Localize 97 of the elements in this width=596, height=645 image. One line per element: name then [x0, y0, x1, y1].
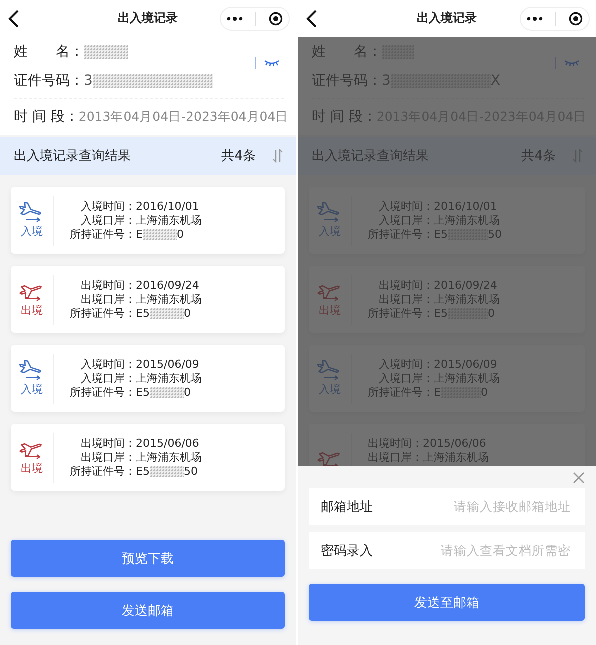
field-label: 所持证件号： — [368, 386, 434, 400]
input-field[interactable]: 密码录入 请输入查看文档所需密 — [309, 532, 585, 569]
close-target-icon[interactable] — [568, 12, 583, 26]
results-title: 出入境记录查询结果 — [14, 148, 132, 165]
results-count: 共4条 — [222, 148, 256, 165]
field-label: 所持证件号： — [70, 464, 136, 478]
id-number-start: 3 — [84, 72, 93, 88]
results-title: 出入境记录查询结果 — [312, 148, 430, 165]
results-count: 共4条 — [522, 148, 556, 165]
text-input[interactable]: 请输入查看文档所需密 — [401, 542, 573, 559]
field-label: 出境时间： — [80, 436, 136, 450]
field-value-start: E — [136, 228, 143, 240]
name-label: 姓 名： — [312, 42, 382, 60]
field-value: 上海浦东机场 — [136, 214, 202, 228]
field-value-start: E5 — [136, 386, 150, 398]
field-label: 所持证件号： — [70, 386, 136, 400]
field-value: 2016/10/01 — [136, 200, 200, 214]
field-value-end: 50 — [184, 464, 198, 478]
redaction-mask — [142, 228, 177, 240]
period-label: 时 间 段： — [312, 108, 377, 126]
redaction-mask — [84, 44, 128, 58]
redaction-mask — [150, 466, 184, 477]
field-value: 上海浦东机场 — [136, 292, 202, 306]
id-label: 证件号码： — [14, 72, 84, 90]
field-value: 上海浦东机场 — [434, 292, 500, 306]
record-card[interactable]: 入境 入境时间：2015/06/09 入境口岸：上海浦东机场 所持证件号：E5 0 — [11, 345, 285, 412]
more-icon[interactable] — [227, 16, 244, 20]
field-value: 2015/06/09 — [434, 358, 498, 372]
record-card[interactable]: 出境 出境时间：2015/06/06 出境口岸：上海浦东机场 所持证件号：E5 50 — [11, 424, 285, 491]
field-label: 邮箱地址 — [321, 498, 374, 516]
send-button[interactable]: 发送至邮箱 — [309, 584, 585, 621]
field-label: 出境口岸： — [80, 450, 136, 464]
field-label: 出境时间： — [80, 278, 136, 292]
field-value: 上海浦东机场 — [423, 450, 489, 464]
action-button[interactable]: 发送邮箱 — [11, 592, 285, 629]
field-value-end: 0 — [176, 228, 184, 240]
field-value-start: E5 — [136, 464, 150, 478]
eye-closed-icon[interactable] — [264, 59, 280, 67]
field-value-end: 0 — [488, 306, 495, 320]
back-icon[interactable] — [306, 10, 318, 28]
field-value: 2016/10/01 — [434, 200, 498, 214]
field-label: 入境口岸： — [378, 214, 434, 228]
field-value: 上海浦东机场 — [434, 372, 500, 386]
action-button[interactable]: 预览下载 — [11, 540, 285, 577]
record-card[interactable]: 入境 入境时间：2016/10/01 入境口岸：上海浦东机场 所持证件号：E 0 — [11, 187, 285, 254]
field-value-end: 0 — [184, 386, 191, 398]
field-label: 入境时间： — [378, 358, 434, 372]
field-value: 上海浦东机场 — [136, 372, 202, 386]
field-value-end: 0 — [480, 386, 488, 398]
field-value-start: E5 — [136, 306, 150, 320]
id-label: 证件号码： — [312, 72, 382, 90]
field-label: 入境时间： — [378, 200, 434, 214]
text-input[interactable]: 请输入接收邮箱地址 — [401, 498, 573, 515]
more-icon[interactable] — [527, 16, 544, 20]
field-label: 入境口岸： — [80, 214, 136, 228]
field-label: 所持证件号： — [70, 228, 136, 242]
close-icon[interactable] — [573, 472, 585, 484]
field-label: 入境口岸： — [80, 372, 136, 386]
field-label: 入境口岸： — [378, 372, 434, 386]
record-card[interactable]: 出境 出境时间：2016/09/24 出境口岸：上海浦东机场 所持证件号：E5 0 — [11, 266, 285, 333]
field-value-end: 50 — [488, 228, 502, 240]
back-icon[interactable] — [8, 10, 20, 28]
field-value: 2016/09/24 — [434, 278, 498, 292]
period-label: 时 间 段： — [14, 108, 79, 126]
page-title: 出入境记录 — [417, 11, 477, 25]
field-value-start: E5 — [434, 228, 448, 240]
field-value-start: E5 — [434, 306, 448, 320]
field-value: 上海浦东机场 — [136, 450, 202, 464]
direction-tag: 入境 — [21, 382, 43, 397]
field-label: 入境时间： — [80, 200, 136, 214]
field-label: 出境口岸： — [368, 450, 423, 464]
direction-tag: 出境 — [21, 461, 43, 476]
redaction-mask — [150, 308, 184, 319]
direction-tag: 入境 — [21, 224, 43, 239]
field-label: 所持证件号： — [70, 306, 136, 320]
field-value: 2015/06/09 — [136, 358, 200, 372]
direction-tag: 出境 — [21, 303, 43, 318]
field-label: 入境时间： — [80, 358, 136, 372]
field-value: 2015/06/06 — [423, 436, 488, 450]
redaction-mask — [150, 386, 184, 398]
field-value-end: 0 — [184, 306, 191, 320]
name-label: 姓 名： — [14, 42, 84, 60]
page-title: 出入境记录 — [118, 11, 178, 25]
field-label: 出境时间： — [368, 436, 423, 450]
field-label: 出境口岸： — [378, 292, 434, 306]
field-label: 所持证件号： — [368, 306, 434, 320]
field-value: 2016/09/24 — [136, 278, 200, 292]
field-value: 2015/06/06 — [136, 436, 200, 450]
field-label: 出境时间： — [378, 278, 434, 292]
input-field[interactable]: 邮箱地址 请输入接收邮箱地址 — [309, 488, 585, 525]
close-target-icon[interactable] — [268, 12, 283, 26]
field-label: 所持证件号： — [368, 228, 434, 242]
field-label: 出境口岸： — [80, 292, 136, 306]
field-label: 密码录入 — [321, 542, 374, 560]
field-value: 上海浦东机场 — [434, 214, 501, 228]
period-value: 2013年04月04日-2023年04月04日 — [78, 108, 289, 126]
field-value-start: E — [434, 386, 441, 398]
